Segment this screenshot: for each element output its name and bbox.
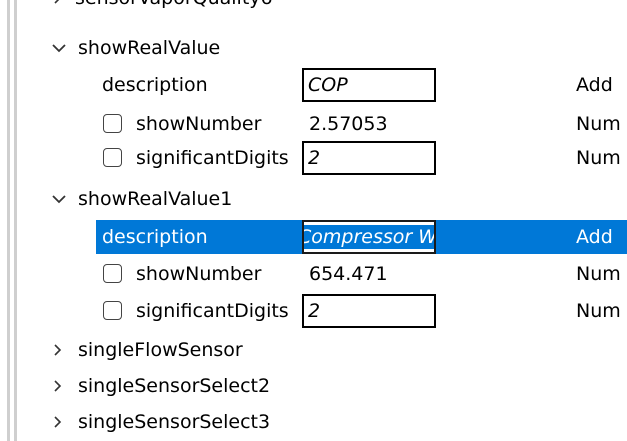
tree-node-singlesensorselect2[interactable]: singleSensorSelect2 [0,369,627,403]
property-row-description[interactable]: description COP Add [0,68,627,102]
chevron-right-icon[interactable] [46,405,68,439]
property-type: Num [576,300,621,322]
tree-node-label: singleSensorSelect2 [78,375,271,397]
tree-node-singlesensorselect3[interactable]: singleSensorSelect3 [0,405,627,439]
checkbox-unchecked-icon[interactable] [103,264,122,283]
tree-node-showrealvalue[interactable]: showRealValue [0,31,627,65]
tree-node-label: sensorVaporQuality6 [75,0,273,15]
chevron-down-icon[interactable] [48,31,70,65]
chevron-right-icon[interactable] [46,0,68,15]
tree-node-sensorvaporquality6[interactable]: sensorVaporQuality6 [0,0,627,15]
property-value: 654.471 [309,263,388,285]
tree-node-label: singleFlowSensor [78,339,243,361]
property-row-significantdigits[interactable]: significantDigits 2 Num [0,294,627,328]
property-type: Add [576,226,613,248]
field-value: COP [308,74,348,96]
tree-node-label: showRealValue [78,37,221,59]
property-row-significantdigits[interactable]: significantDigits 2 Num [0,141,627,175]
field-value: 2 [308,147,321,169]
tree-node-label: showRealValue1 [78,188,233,210]
property-type: Add [576,74,613,96]
property-label: significantDigits [136,300,289,322]
field-value: Compressor W [304,225,434,249]
property-type: Num [576,113,621,135]
chevron-down-icon[interactable] [48,182,70,216]
significant-digits-field[interactable]: 2 [302,294,436,328]
description-field[interactable]: Compressor W [302,220,436,254]
field-value: 2 [308,300,321,322]
property-label: showNumber [136,263,262,285]
checkbox-unchecked-icon[interactable] [103,114,122,133]
chevron-right-icon[interactable] [46,369,68,403]
property-label: showNumber [136,113,262,135]
property-type: Num [576,263,621,285]
property-value: 2.57053 [309,113,388,135]
property-type: Num [576,147,621,169]
tree-node-showrealvalue1[interactable]: showRealValue1 [0,182,627,216]
checkbox-unchecked-icon[interactable] [103,148,122,167]
property-row-description-selected[interactable]: description Compressor W Add [0,220,627,254]
tree-node-label: singleSensorSelect3 [78,411,271,433]
property-row-shownumber[interactable]: showNumber 2.57053 Num [0,107,627,141]
property-label: description [102,74,208,96]
description-field[interactable]: COP [302,68,436,102]
property-label: significantDigits [136,147,289,169]
checkbox-unchecked-icon[interactable] [103,301,122,320]
property-row-shownumber[interactable]: showNumber 654.471 Num [0,257,627,291]
chevron-right-icon[interactable] [46,333,68,367]
tree-node-singleflowsensor[interactable]: singleFlowSensor [0,333,627,367]
significant-digits-field[interactable]: 2 [302,141,436,175]
property-label: description [102,226,208,248]
